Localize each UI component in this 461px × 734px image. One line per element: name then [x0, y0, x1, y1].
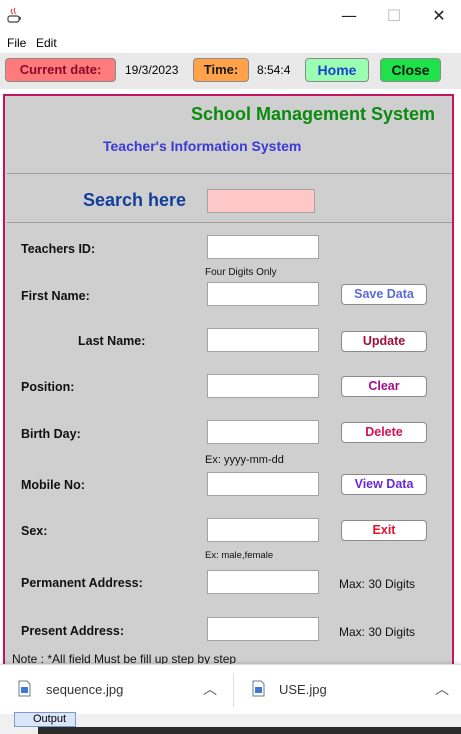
present-address-field[interactable] — [207, 617, 319, 641]
view-data-button[interactable]: View Data — [341, 474, 427, 495]
last-name-label: Last Name: — [78, 334, 146, 348]
first-name-label: First Name: — [21, 289, 90, 303]
divider — [7, 222, 452, 223]
birth-day-field[interactable] — [207, 420, 319, 444]
first-name-field[interactable] — [207, 282, 319, 306]
permanent-address-field[interactable] — [207, 570, 319, 594]
downloads-bar: sequence.jpg ︿ USE.jpg ︿ — [0, 664, 461, 714]
clear-button[interactable]: Clear — [341, 376, 427, 397]
divider — [7, 173, 452, 174]
ide-output-strip: Output — [0, 712, 461, 734]
position-field[interactable] — [207, 374, 319, 398]
file-icon — [252, 680, 265, 697]
close-window-icon[interactable]: ✕ — [428, 6, 450, 26]
title-bar: — ☐ ✕ — [0, 0, 461, 33]
teacher-id-label: Teachers ID: — [21, 242, 96, 256]
time-label: Time: — [193, 58, 249, 82]
java-app-icon — [6, 7, 22, 25]
download-item[interactable]: USE.jpg ︿ — [234, 665, 461, 715]
present-address-label: Present Address: — [21, 624, 125, 638]
file-icon — [18, 680, 31, 697]
teacher-info-panel: School Management System Teacher's Infor… — [3, 94, 454, 668]
app-title: School Management System — [191, 104, 436, 124]
current-date-label: Current date: — [5, 58, 116, 82]
toolbar: Current date: 19/3/2023 Time: 8:54:4 Hom… — [0, 53, 461, 89]
permanent-address-max: Max: 30 Digits — [339, 577, 416, 591]
exit-button[interactable]: Exit — [341, 520, 427, 541]
search-input[interactable] — [207, 189, 315, 213]
chevron-up-icon[interactable]: ︿ — [435, 679, 449, 699]
download-filename: sequence.jpg — [46, 682, 124, 697]
teacher-id-hint: Four Digits Only — [205, 267, 277, 278]
menu-file[interactable]: File — [7, 36, 26, 50]
last-name-field[interactable] — [207, 328, 319, 352]
menu-edit[interactable]: Edit — [36, 36, 57, 50]
birth-day-hint: Ex: yyyy-mm-dd — [205, 454, 284, 466]
close-button[interactable]: Close — [380, 58, 441, 82]
chevron-up-icon[interactable]: ︿ — [203, 679, 217, 699]
time-value: 8:54:4 — [257, 63, 291, 77]
output-tab-label: Output — [33, 713, 67, 725]
download-filename: USE.jpg — [279, 682, 327, 697]
download-item[interactable]: sequence.jpg ︿ — [0, 665, 232, 715]
current-date-value: 19/3/2023 — [125, 63, 179, 77]
maximize-icon[interactable]: ☐ — [383, 6, 405, 26]
menu-bar: File Edit — [0, 33, 461, 53]
mobile-field[interactable] — [207, 472, 319, 496]
save-data-button[interactable]: Save Data — [341, 284, 427, 305]
sex-hint: Ex: male,female — [205, 550, 274, 561]
sex-label: Sex: — [21, 524, 48, 538]
page-subtitle: Teacher's Information System — [103, 138, 302, 154]
sex-field[interactable] — [207, 518, 319, 542]
birth-day-label: Birth Day: — [21, 427, 81, 441]
present-address-max: Max: 30 Digits — [339, 625, 416, 639]
search-label: Search here — [83, 190, 187, 210]
update-button[interactable]: Update — [341, 331, 427, 352]
mobile-label: Mobile No: — [21, 478, 85, 492]
home-button[interactable]: Home — [305, 58, 369, 82]
teacher-id-field[interactable] — [207, 235, 319, 259]
output-tab[interactable]: Output — [14, 712, 76, 727]
position-label: Position: — [21, 380, 75, 394]
output-strip-bar — [38, 727, 461, 734]
permanent-address-label: Permanent Address: — [21, 576, 143, 590]
delete-button[interactable]: Delete — [341, 422, 427, 443]
minimize-icon[interactable]: — — [338, 6, 360, 26]
